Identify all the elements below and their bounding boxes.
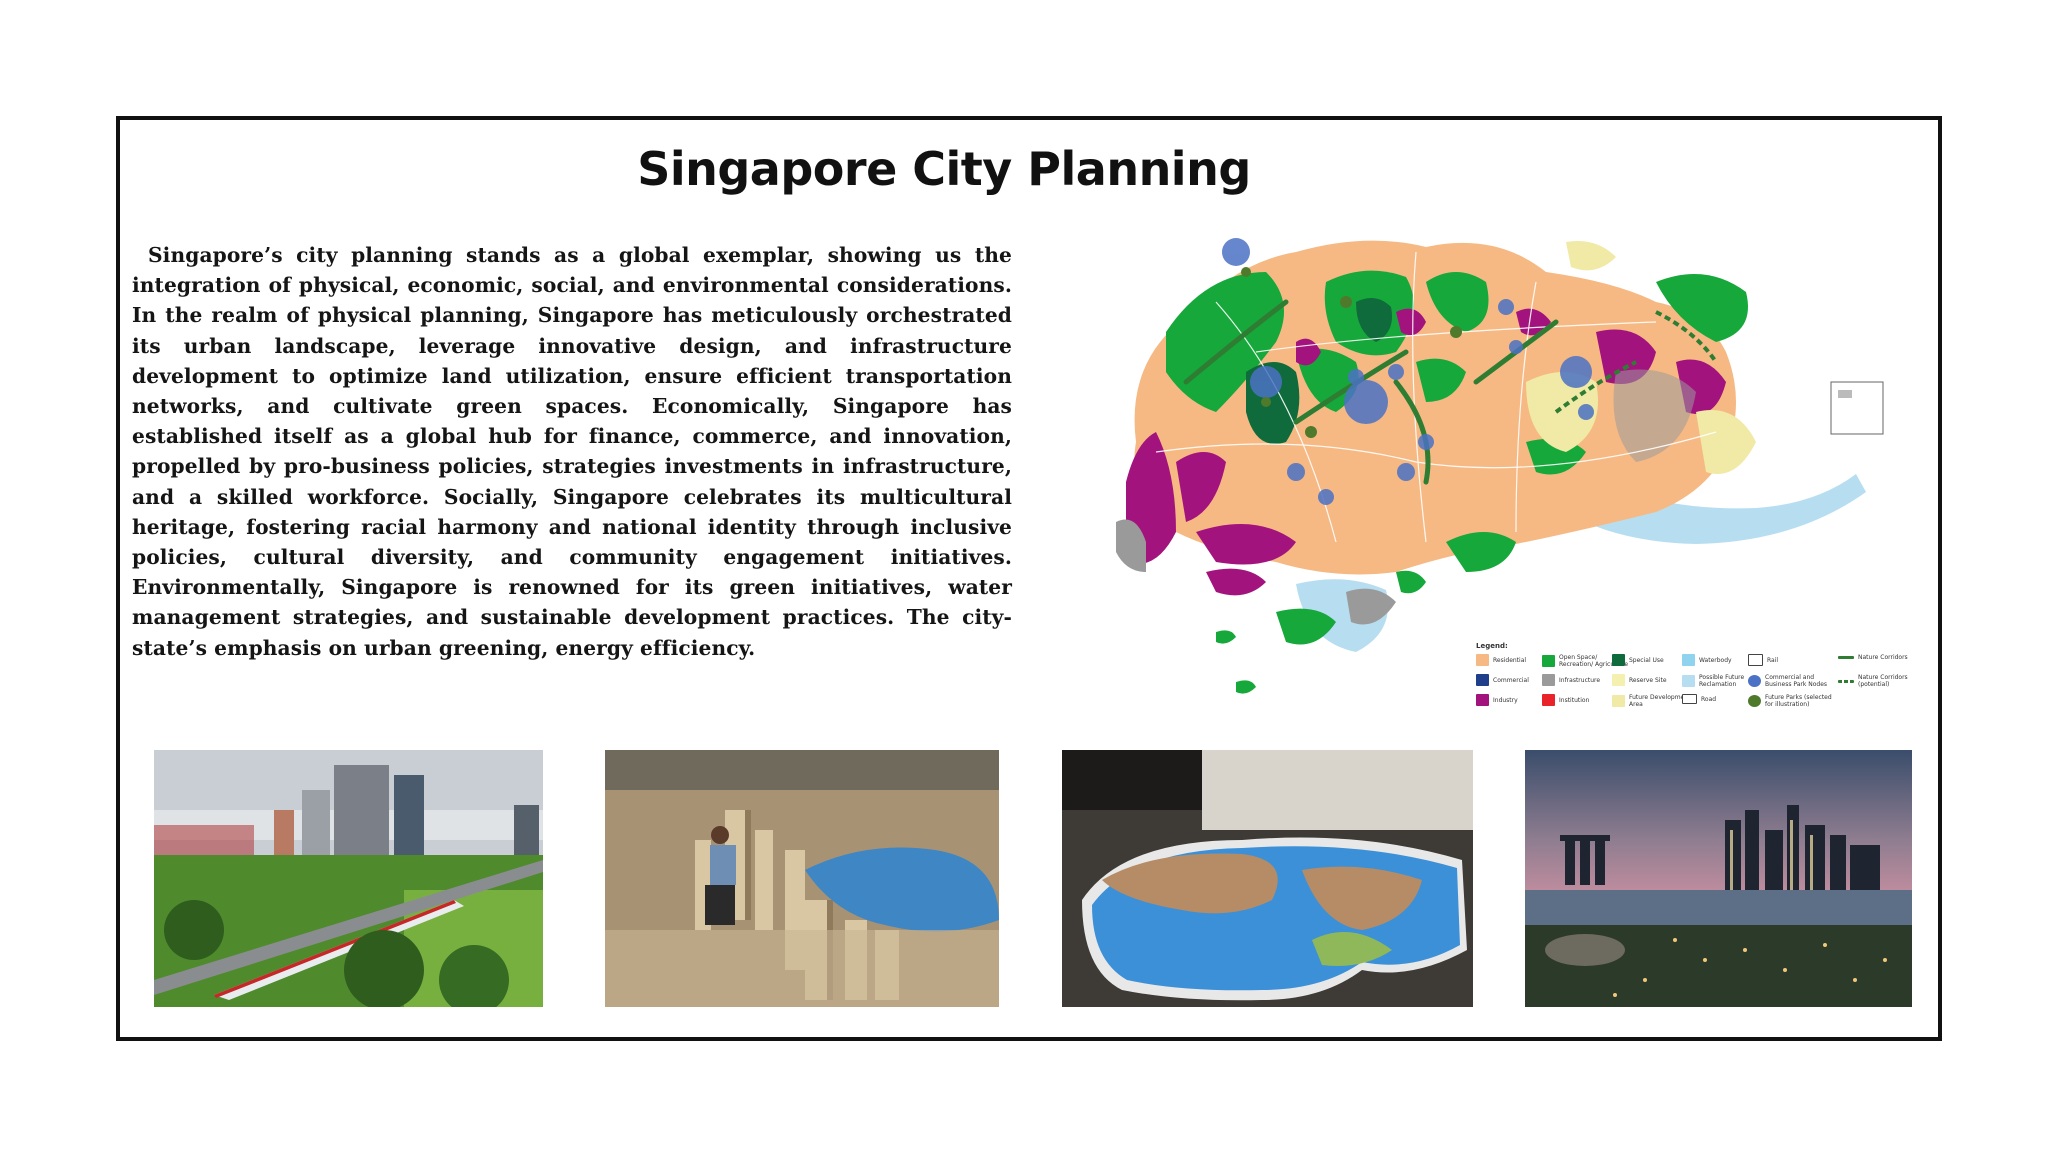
mrt-train-photo [154,750,543,1007]
legend-title: Legend: [1476,642,1508,650]
legend-item: Nature Corridors [1838,654,1928,661]
city-model-worker-photo [605,750,999,1007]
body-paragraph: Singapore’s city planning stands as a gl… [132,243,1012,660]
legend-item: Future Parks (selected for illustration) [1748,694,1838,708]
map-legend: Legend: Residential Commercial Industry … [1476,640,1916,720]
page-title: Singapore City Planning [637,142,1251,196]
legend-item: Commercial and Business Park Nodes [1748,674,1838,688]
city-gallery-model-photo [1062,750,1473,1007]
legend-item: Rail [1748,654,1838,666]
legend-item: Nature Corridors (potential) [1838,674,1928,688]
marina-bay-night-photo [1525,750,1912,1007]
